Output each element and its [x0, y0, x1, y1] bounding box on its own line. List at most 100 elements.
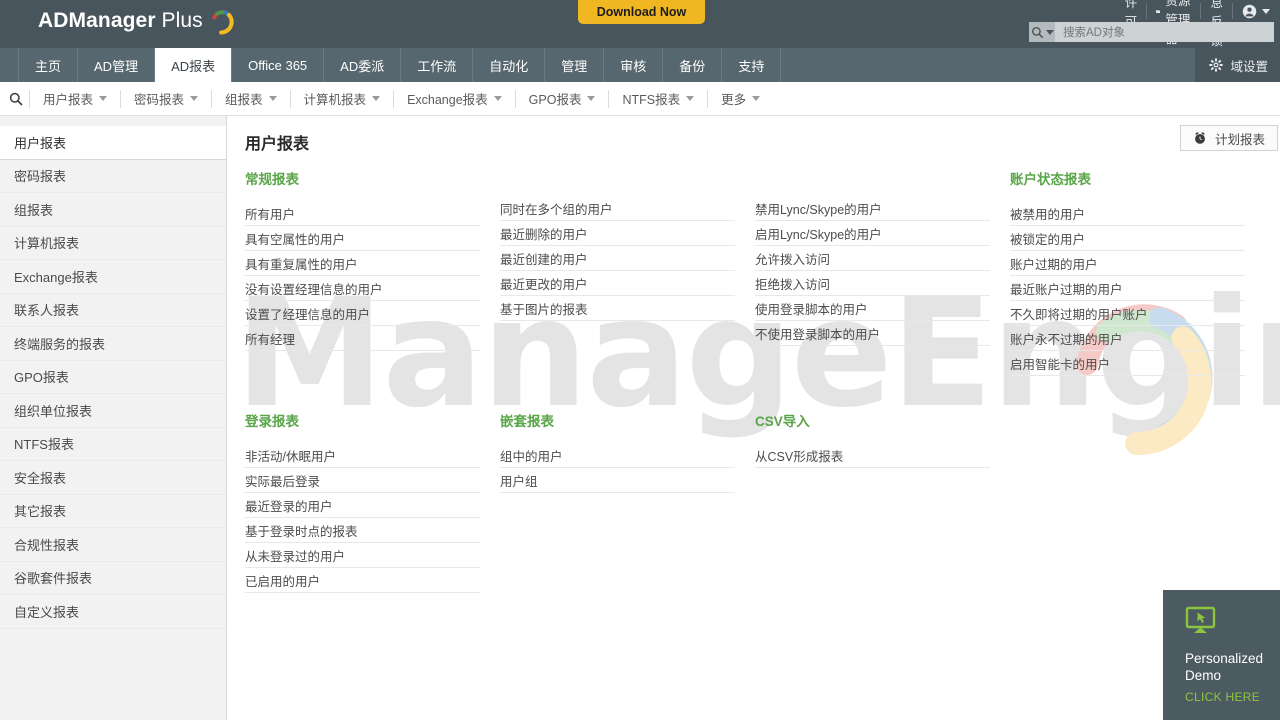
report-section-2: .禁用Lync/Skype的用户启用Lync/Skype的用户允许拨入访问拒绝拨…	[755, 168, 1010, 376]
report-link[interactable]: 最近创建的用户	[500, 246, 735, 271]
subnav-item-5[interactable]: GPO报表	[514, 89, 609, 108]
global-search-scope-button[interactable]	[1029, 22, 1055, 42]
report-link[interactable]: 最近登录的用户	[245, 493, 480, 518]
report-link[interactable]: 基于登录时点的报表	[245, 518, 480, 543]
sidebar-item-0[interactable]: 用户报表	[0, 126, 226, 160]
report-link[interactable]: 启用智能卡的用户	[1010, 351, 1245, 376]
global-search[interactable]: 搜索AD对象	[1029, 22, 1274, 42]
global-search-input[interactable]: 搜索AD对象	[1055, 22, 1274, 42]
tab-4[interactable]: AD委派	[324, 48, 402, 82]
tab-5[interactable]: 工作流	[401, 48, 474, 82]
report-link[interactable]: 具有空属性的用户	[245, 226, 480, 251]
tab-2[interactable]: AD报表	[155, 48, 233, 82]
report-section-title: 嵌套报表	[500, 414, 554, 429]
report-section-title: 登录报表	[245, 414, 299, 429]
report-link[interactable]: 基于图片的报表	[500, 296, 735, 321]
subnav-item-label: 组报表	[225, 93, 263, 107]
report-section-7: .	[1010, 410, 1265, 593]
manageengine-arc-logo-icon	[212, 10, 234, 35]
tab-6[interactable]: 自动化	[473, 48, 546, 82]
report-link[interactable]: 拒绝拨入访问	[755, 271, 990, 296]
subnav-item-label: NTFS报表	[622, 93, 681, 107]
subnav-item-label: Exchange报表	[407, 93, 488, 107]
main-tabs: 主页 AD管理 AD报表 Office 365 AD委派 工作流 自动化 管理 审核 备份 支持	[0, 48, 782, 82]
tab-0[interactable]: 主页	[18, 48, 79, 82]
report-link[interactable]: 不使用登录脚本的用户	[755, 321, 990, 346]
report-link[interactable]: 最近更改的用户	[500, 271, 735, 296]
report-link[interactable]: 同时在多个组的用户	[500, 196, 735, 221]
report-link[interactable]: 所有经理	[245, 326, 480, 351]
user-account-icon	[1242, 4, 1257, 18]
report-link[interactable]: 具有重复属性的用户	[245, 251, 480, 276]
alarm-clock-icon	[1195, 132, 1205, 144]
report-link[interactable]: 使用登录脚本的用户	[755, 296, 990, 321]
personalized-demo-widget[interactable]: Personalized Demo CLICK HERE	[1163, 590, 1280, 720]
report-link[interactable]: 已启用的用户	[245, 568, 480, 593]
sidebar-item-12[interactable]: 合规性报表	[0, 528, 226, 562]
monitor-cursor-icon	[1185, 606, 1216, 633]
report-link[interactable]: 组中的用户	[500, 443, 735, 468]
page-title: 用户报表	[245, 136, 310, 153]
sidebar-item-9[interactable]: NTFS报表	[0, 428, 226, 461]
download-now-button[interactable]: Download Now	[578, 0, 705, 24]
subnav-item-label: 更多	[721, 93, 747, 107]
ad-explorer-link[interactable]: AD资源管理器	[1147, 0, 1202, 46]
sidebar-item-8[interactable]: 组织单位报表	[0, 394, 226, 428]
magnifier-icon	[9, 92, 23, 106]
sidebar-item-6[interactable]: 终端服务的报表	[0, 327, 226, 361]
sidebar-item-2[interactable]: 组报表	[0, 193, 226, 227]
chevron-down-icon	[268, 96, 277, 101]
subnav-search-button[interactable]	[3, 92, 29, 106]
personalized-demo-cta[interactable]: CLICK HERE	[1185, 690, 1280, 704]
subnav-item-6[interactable]: NTFS报表	[608, 89, 707, 108]
sidebar-item-10[interactable]: 安全报表	[0, 461, 226, 495]
report-link[interactable]: 最近删除的用户	[500, 221, 735, 246]
tab-10[interactable]: 支持	[722, 48, 782, 82]
sidebar-item-1[interactable]: 密码报表	[0, 160, 226, 193]
report-link[interactable]: 非活动/休眠用户	[245, 443, 480, 468]
subnav-item-7[interactable]: 更多	[707, 89, 773, 108]
sidebar-item-13[interactable]: 谷歌套件报表	[0, 562, 226, 595]
report-link[interactable]: 从未登录过的用户	[245, 543, 480, 568]
user-account-menu[interactable]	[1233, 3, 1274, 19]
report-section-0: 常规报表所有用户 具有空属性的用户 具有重复属性的用户 没有设置经理信息的用户 设置了经…	[245, 168, 500, 376]
tab-3[interactable]: Office 365	[232, 48, 325, 82]
sidebar-item-11[interactable]: 其它报表	[0, 495, 226, 528]
report-link[interactable]: 账户永不过期的用户	[1010, 326, 1245, 351]
subnav-item-2[interactable]: 组报表	[211, 89, 290, 108]
report-link[interactable]: 被禁用的用户	[1010, 201, 1245, 226]
report-section-5: 嵌套报表组中的用户 用户组	[500, 410, 755, 593]
schedule-report-button[interactable]: 计划报表	[1179, 125, 1278, 151]
report-link[interactable]: 允许拨入访问	[755, 246, 990, 271]
domain-settings-button[interactable]: 域设置	[1195, 48, 1280, 82]
report-link[interactable]: 禁用Lync/Skype的用户	[755, 196, 990, 221]
report-section-title: 常规报表	[245, 172, 299, 187]
subnav-item-3[interactable]: 计算机报表	[289, 89, 394, 108]
report-link[interactable]: 被锁定的用户	[1010, 226, 1245, 251]
feedback-link[interactable]: 信息反馈	[1201, 0, 1233, 48]
report-link[interactable]: 用户组	[500, 468, 735, 493]
tab-1[interactable]: AD管理	[78, 48, 156, 82]
subnav-item-4[interactable]: Exchange报表	[393, 89, 515, 108]
report-link[interactable]: 不久即将过期的用户账户	[1010, 301, 1245, 326]
subnav-item-1[interactable]: 密码报表	[120, 89, 211, 108]
sidebar-item-3[interactable]: 计算机报表	[0, 227, 226, 260]
sidebar-item-14[interactable]: 自定义报表	[0, 595, 226, 629]
sidebar-item-7[interactable]: GPO报表	[0, 361, 226, 394]
report-link[interactable]: 没有设置经理信息的用户	[245, 276, 480, 301]
chevron-down-icon	[190, 96, 199, 101]
subnav-item-0[interactable]: 用户报表	[29, 89, 120, 108]
report-link[interactable]: 所有用户	[245, 201, 480, 226]
report-link[interactable]: 最近账户过期的用户	[1010, 276, 1245, 301]
report-link[interactable]: 启用Lync/Skype的用户	[755, 221, 990, 246]
report-link[interactable]: 从CSV形成报表	[755, 443, 990, 468]
tab-8[interactable]: 审核	[604, 48, 664, 82]
report-link[interactable]: 设置了经理信息的用户	[245, 301, 480, 326]
tab-7[interactable]: 管理	[545, 48, 605, 82]
sidebar-item-5[interactable]: 联系人报表	[0, 294, 226, 327]
tab-9[interactable]: 备份	[663, 48, 723, 82]
report-link[interactable]: 实际最后登录	[245, 468, 480, 493]
sidebar-item-4[interactable]: Exchange报表	[0, 260, 226, 294]
license-link[interactable]: 许可	[1116, 0, 1148, 29]
report-link[interactable]: 账户过期的用户	[1010, 251, 1245, 276]
